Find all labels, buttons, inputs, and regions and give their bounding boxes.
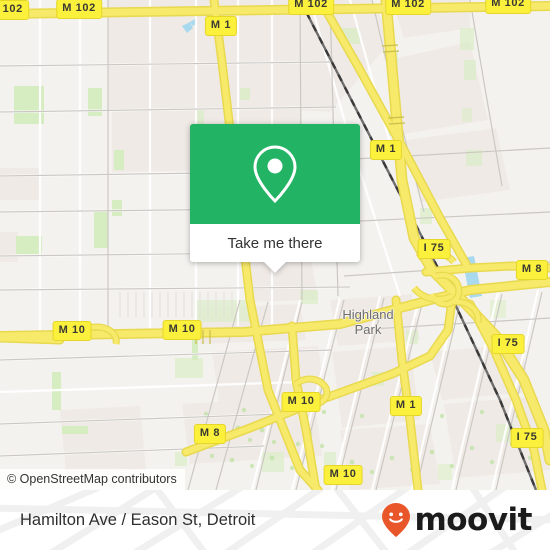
road-shield: M 1: [389, 396, 423, 416]
moovit-smiley-pin-icon: [382, 503, 411, 537]
road-shield: M 8: [515, 260, 549, 280]
footer-bar: Hamilton Ave / Eason St, Detroit moovit: [0, 490, 550, 550]
popup-action-area[interactable]: Take me there: [190, 224, 360, 273]
road-shield: M 102: [385, 0, 431, 15]
road-shield: M 10: [52, 321, 92, 341]
moovit-map-screenshot: M 102 M 102 M 102 M 102 M 102 M 1 M 1 I 75 M 8 M …: [0, 0, 550, 550]
road-shield: M 102: [56, 0, 102, 19]
road-shield: M 10: [281, 392, 321, 412]
location-title: Hamilton Ave / Eason St, Detroit: [20, 510, 256, 529]
road-shield: M 10: [162, 320, 202, 340]
road-shield: M 8: [193, 424, 227, 444]
road-shield: M 102: [0, 0, 29, 20]
road-shield: I 75: [417, 239, 451, 259]
road-shield: M 102: [485, 0, 531, 14]
road-shield: M 102: [288, 0, 334, 15]
road-shield: I 75: [491, 334, 525, 354]
osm-attribution[interactable]: © OpenStreetMap contributors: [0, 469, 185, 490]
popup-icon-area: [190, 124, 360, 224]
moovit-wordmark: moovit: [414, 501, 532, 538]
map-pin-icon: [253, 145, 297, 204]
road-shield: M 10: [323, 465, 363, 485]
road-shield: M 1: [369, 140, 403, 160]
popup-tail-pointer: [264, 262, 286, 273]
road-shield: I 75: [510, 428, 544, 448]
take-me-there-label: Take me there: [227, 234, 323, 252]
road-shield: M 1: [204, 16, 238, 36]
map-canvas[interactable]: M 102 M 102 M 102 M 102 M 102 M 1 M 1 I 75 M 8 M …: [0, 0, 550, 490]
destination-popup-card[interactable]: Take me there: [190, 124, 360, 273]
moovit-logo[interactable]: moovit: [381, 502, 532, 538]
place-label: Highland Park: [342, 307, 394, 337]
